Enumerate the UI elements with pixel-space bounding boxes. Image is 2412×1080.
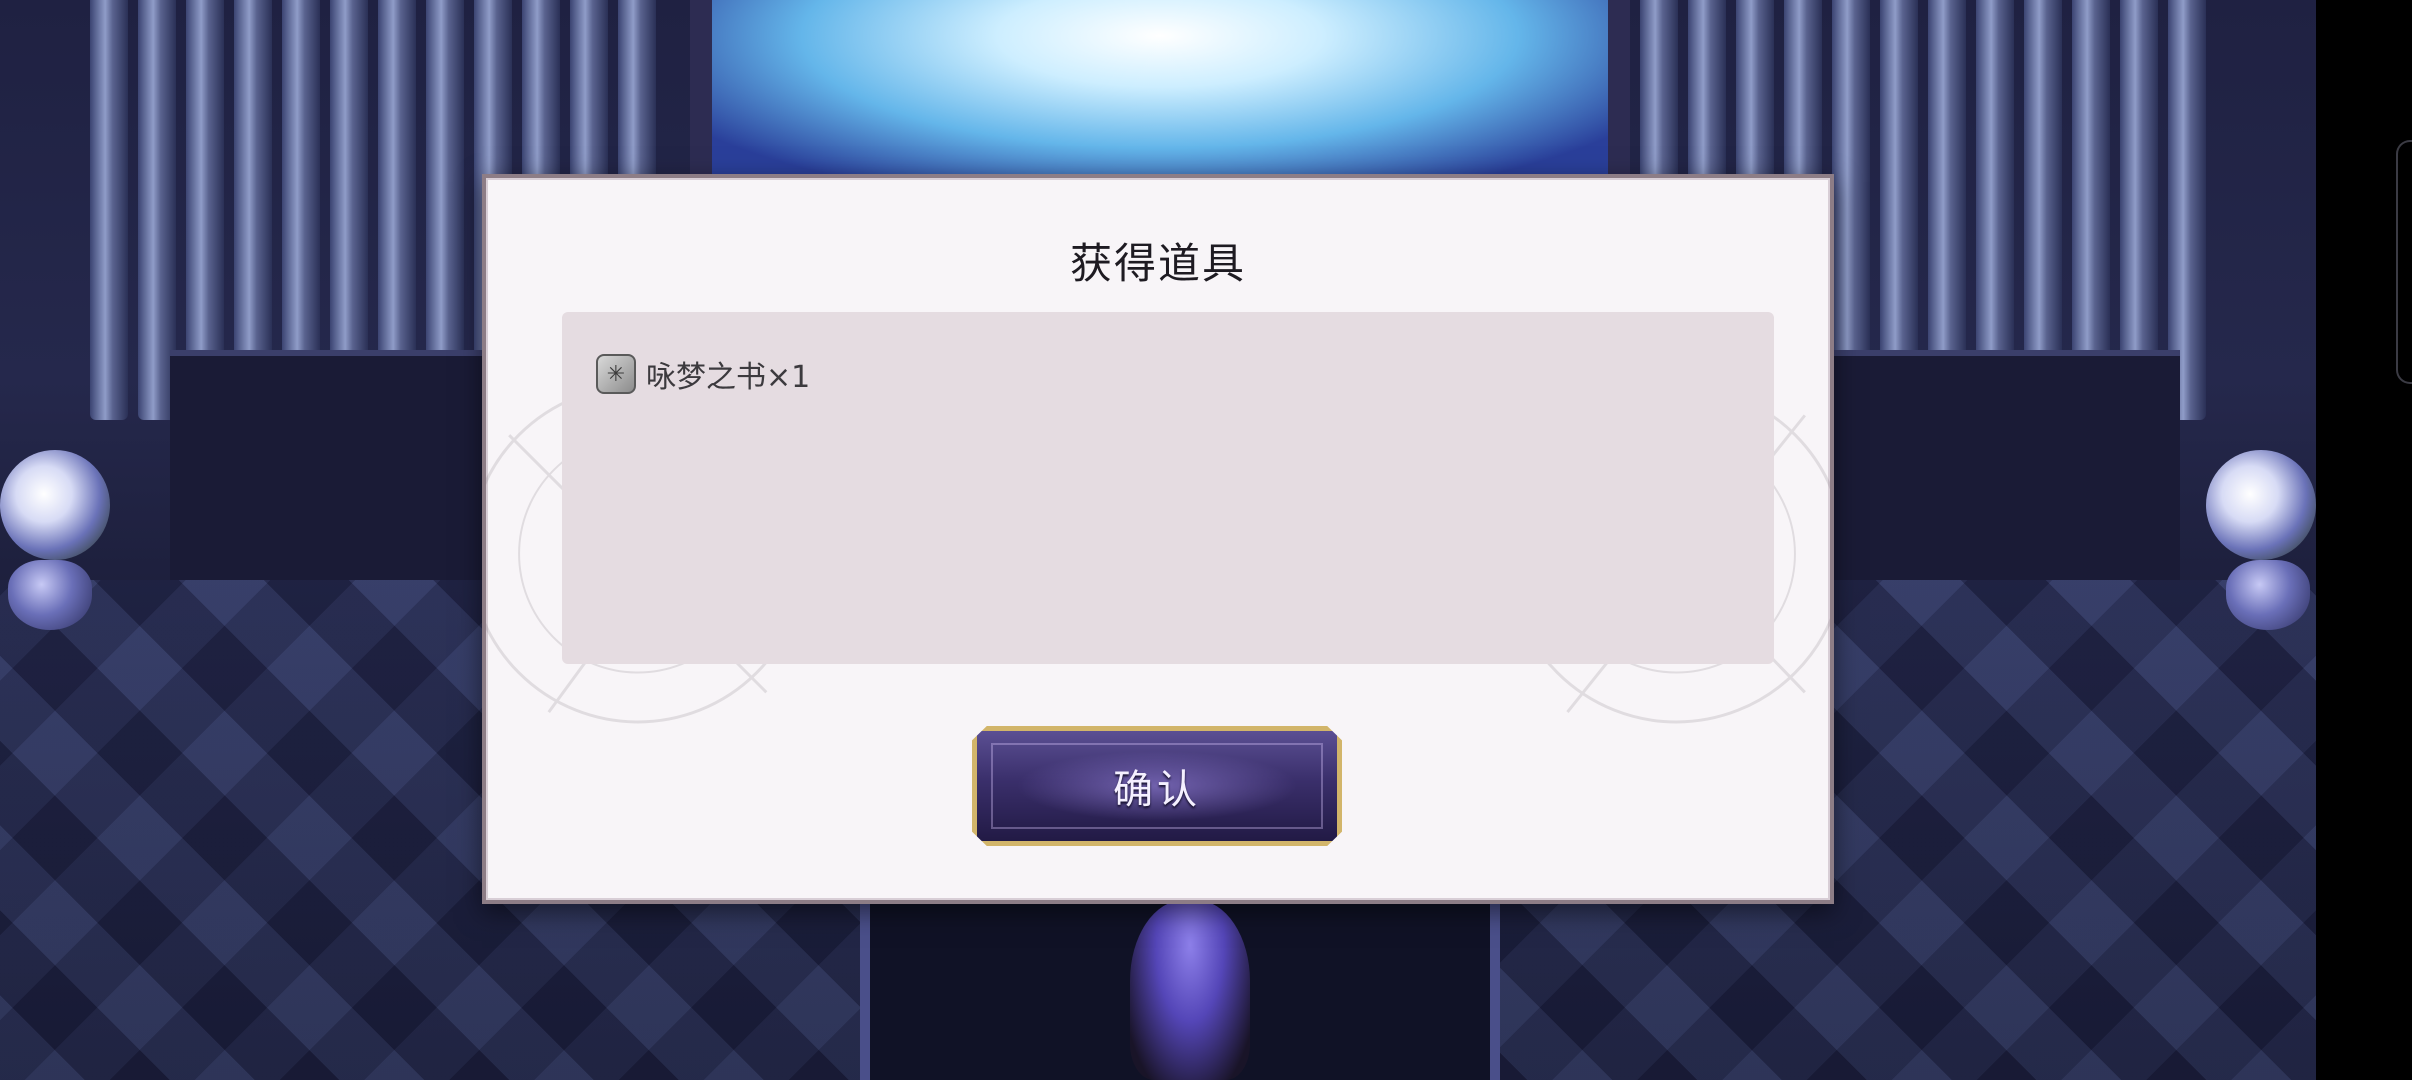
confirm-button-label: 确认 [1113, 767, 1201, 813]
side-handle [2396, 140, 2412, 384]
list-item: ✳ 咏梦之书×1 [596, 352, 810, 396]
item-obtained-dialog: 获得道具 ✳ 咏梦之书×1 确认 [482, 174, 1834, 904]
book-icon: ✳ [596, 354, 636, 394]
confirm-button[interactable]: 确认 [972, 726, 1342, 846]
item-list-panel: ✳ 咏梦之书×1 [562, 312, 1774, 664]
vase-left [8, 560, 92, 630]
flower-bouquet-right [2206, 450, 2316, 560]
window-frame [690, 0, 1630, 180]
device-side-bar [2316, 0, 2412, 1080]
vase-right [2226, 560, 2310, 630]
dialog-title: 获得道具 [1069, 239, 1246, 288]
item-name: 咏梦之书×1 [646, 360, 811, 395]
flower-bouquet-left [0, 450, 110, 560]
player-character [1130, 900, 1250, 1080]
